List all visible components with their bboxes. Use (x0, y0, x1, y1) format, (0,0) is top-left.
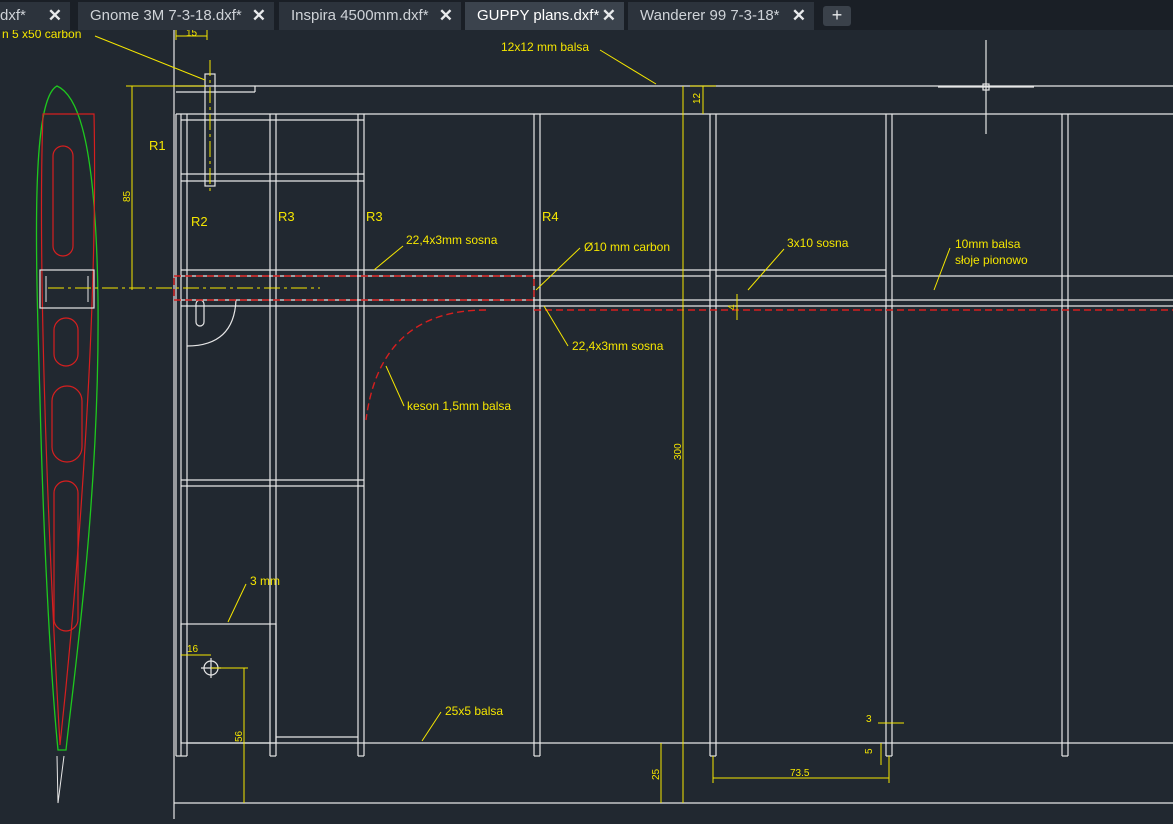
hidden-lines (173, 275, 1173, 421)
label-balsa-10mm: 10mm balsa (955, 237, 1021, 251)
label-sosna-3x10: 3x10 sosna (787, 236, 849, 250)
tab-bar: dxf* ✕ Gnome 3M 7-3-18.dxf* ✕ Inspira 45… (0, 0, 1173, 30)
label-r2: R2 (191, 214, 208, 229)
tab-wanderer[interactable]: Wanderer 99 7-3-18* ✕ (628, 2, 814, 30)
airfoil-profile (35, 85, 99, 804)
dim-56: 56 (234, 730, 245, 742)
dim-300: 300 (673, 443, 684, 460)
dim-73-5: 73.5 (790, 768, 810, 779)
drawing-canvas[interactable]: n 5 x50 carbon 12x12 mm balsa R1 R2 R3 R… (0, 27, 1173, 819)
label-r3b: R3 (366, 209, 383, 224)
annotations: n 5 x50 carbon 12x12 mm balsa R1 R2 R3 R… (2, 27, 1028, 780)
label-r3a: R3 (278, 209, 295, 224)
close-icon[interactable]: ✕ (602, 2, 616, 30)
label-r4: R4 (542, 209, 559, 224)
dimension-lines (48, 30, 951, 803)
label-keson: keson 1,5mm balsa (407, 399, 511, 413)
dim-16: 16 (187, 644, 199, 655)
close-icon[interactable]: ✕ (48, 2, 62, 30)
label-carbon-10: Ø10 mm carbon (584, 240, 670, 254)
dim-3: 3 (866, 714, 872, 725)
tab-label: Wanderer 99 7-3-18* (640, 7, 780, 24)
new-tab-button[interactable]: + (823, 6, 851, 26)
dim-5: 5 (864, 748, 875, 754)
close-icon[interactable]: ✕ (792, 2, 806, 30)
close-icon[interactable]: ✕ (252, 2, 266, 30)
tab-inspira[interactable]: Inspira 4500mm.dxf* ✕ (279, 2, 461, 30)
drawing-svg: n 5 x50 carbon 12x12 mm balsa R1 R2 R3 R… (2, 27, 1173, 819)
tab-label: dxf* (0, 7, 26, 24)
label-carbon-rod: n 5 x50 carbon (2, 30, 81, 41)
tab-guppy[interactable]: GUPPY plans.dxf* ✕ (465, 2, 624, 30)
tab-label: GUPPY plans.dxf* (477, 7, 600, 24)
label-sosna-top: 22,4x3mm sosna (406, 233, 498, 247)
label-balsa-25x5: 25x5 balsa (445, 704, 503, 718)
tab-dxf[interactable]: dxf* ✕ (0, 2, 70, 30)
label-r1: R1 (149, 138, 166, 153)
close-icon[interactable]: ✕ (439, 2, 453, 30)
dim-15: 15 (186, 30, 198, 39)
label-grain-vertical: słoje pionowo (955, 253, 1028, 267)
dim-85: 85 (122, 190, 133, 202)
label-3mm: 3 mm (250, 574, 280, 588)
tab-gnome[interactable]: Gnome 3M 7-3-18.dxf* ✕ (78, 2, 274, 30)
dim-25: 25 (651, 768, 662, 780)
tab-label: Inspira 4500mm.dxf* (291, 7, 429, 24)
tab-label: Gnome 3M 7-3-18.dxf* (90, 7, 242, 24)
dim-4: 4 (727, 304, 738, 310)
wing-structure (173, 30, 1173, 819)
label-balsa-12: 12x12 mm balsa (501, 40, 589, 54)
label-sosna-bottom: 22,4x3mm sosna (572, 339, 664, 353)
dim-12: 12 (692, 92, 703, 104)
